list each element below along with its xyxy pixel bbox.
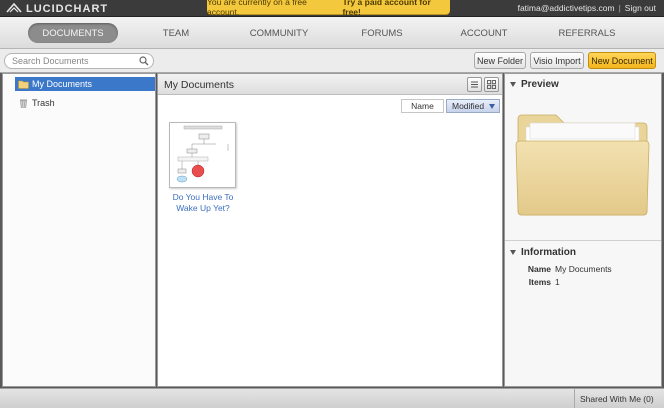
tree-item-label: Trash [32, 98, 55, 108]
sort-by-name-button[interactable]: Name [401, 99, 444, 113]
document-title-link[interactable]: Do You Have To Wake Up Yet? [162, 192, 244, 214]
details-pane: Preview Information Name My Documents It… [504, 73, 662, 387]
brand-name: LUCIDCHART [26, 2, 109, 15]
nav-team[interactable]: TEAM [146, 23, 206, 43]
information-title: Information [521, 246, 576, 258]
search-input[interactable] [12, 56, 132, 66]
new-folder-button[interactable]: New Folder [474, 52, 526, 69]
nav-account[interactable]: ACCOUNT [451, 23, 517, 43]
grid-view-button[interactable] [484, 77, 499, 92]
collapse-triangle-icon [510, 249, 516, 255]
preview-section-header[interactable]: Preview [510, 77, 559, 91]
documents-pane: My Documents Name Modified Do You Have T… [157, 73, 503, 387]
nav-forums[interactable]: FORUMS [351, 23, 413, 43]
sort-bar: Name Modified [401, 99, 500, 113]
info-key: Items [528, 277, 551, 287]
trash-icon [20, 99, 27, 108]
search-icon[interactable] [139, 56, 149, 66]
preview-title: Preview [521, 78, 559, 90]
sort-modified-label: Modified [452, 101, 485, 111]
tree-item-my-documents[interactable]: My Documents [15, 77, 155, 91]
documents-header: My Documents [158, 74, 502, 95]
folder-icon [18, 80, 29, 89]
banner-text: You are currently on a free account. [207, 0, 307, 17]
information-section-header[interactable]: Information [510, 245, 576, 259]
search-box [4, 53, 154, 69]
sort-desc-icon [489, 104, 495, 109]
lucidchart-logo-icon [6, 3, 22, 13]
grid-view-icon [487, 80, 496, 89]
nav-community[interactable]: COMMUNITY [241, 23, 317, 43]
folder-preview-icon [515, 114, 650, 216]
documents-title: My Documents [164, 79, 235, 91]
user-links-separator: | [618, 3, 621, 13]
collapse-triangle-icon [510, 81, 516, 87]
tree-item-label: My Documents [32, 79, 93, 89]
flowchart-preview-icon [176, 125, 229, 183]
list-view-icon [471, 81, 478, 88]
visio-import-button[interactable]: Visio Import [530, 52, 584, 69]
top-bar: LUCIDCHART You are currently on a free a… [0, 0, 664, 17]
info-value: 1 [555, 277, 560, 287]
info-row-items: Items 1 [505, 277, 560, 287]
document-thumbnail[interactable] [169, 122, 236, 188]
info-key: Name [527, 264, 551, 274]
shared-with-me-button[interactable]: Shared With Me (0) [574, 389, 659, 408]
status-bar: Shared With Me (0) [0, 388, 664, 408]
nav-referrals[interactable]: REFERRALS [551, 23, 623, 43]
list-view-button[interactable] [467, 77, 482, 92]
nav-documents[interactable]: DOCUMENTS [28, 23, 118, 43]
info-row-name: Name My Documents [505, 264, 612, 274]
user-links: fatima@addictivetips.com | Sign out [518, 3, 656, 13]
folder-tree-pane: My Documents Trash [2, 73, 156, 387]
section-divider [505, 240, 661, 241]
banner-cta-link[interactable]: Try a paid account for free! [342, 0, 450, 17]
user-email[interactable]: fatima@addictivetips.com [518, 3, 615, 13]
tree-item-trash[interactable]: Trash [15, 96, 155, 110]
free-account-banner: You are currently on a free account. Try… [207, 0, 450, 17]
toolbar: New Folder Visio Import New Document [0, 49, 664, 73]
sort-by-modified-button[interactable]: Modified [446, 99, 500, 113]
main-nav: DOCUMENTS TEAM COMMUNITY FORUMS ACCOUNT … [0, 17, 664, 49]
new-document-button[interactable]: New Document [588, 52, 656, 69]
logo[interactable]: LUCIDCHART [6, 1, 108, 16]
signout-link[interactable]: Sign out [625, 3, 656, 13]
info-value: My Documents [555, 264, 612, 274]
